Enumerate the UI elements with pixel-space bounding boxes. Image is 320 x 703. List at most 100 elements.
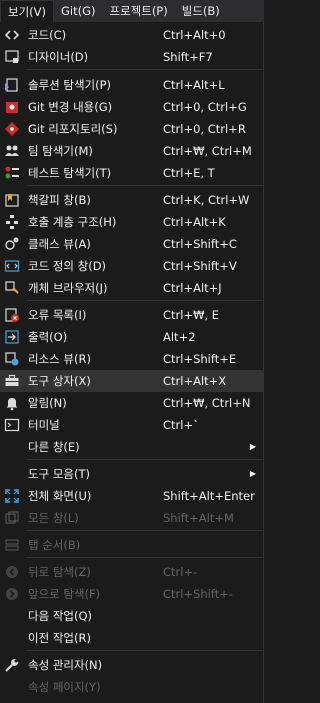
menu-item-label: 오류 목록(I) (28, 308, 87, 322)
git-changes-icon (0, 96, 24, 118)
tab-order-icon (0, 534, 24, 556)
view-menu-dropdown: 코드(C) Ctrl+Alt+0 디자이너(D) Shift+F7 솔루션 탐색… (0, 22, 264, 703)
menu-item-solution-explorer[interactable]: 솔루션 탐색기(P) Ctrl+Alt+L (0, 74, 263, 96)
menu-item-label: 디자이너(D) (28, 50, 89, 64)
menu-item-label: 코드 정의 창(D) (28, 259, 107, 273)
menu-item-call-hierarchy[interactable]: 호출 계층 구조(H) Ctrl+Alt+K (0, 211, 263, 233)
menu-item-shortcut: Ctrl+Alt+0 (163, 28, 226, 42)
git-repository-icon (0, 118, 24, 140)
menu-item-shortcut: Ctrl+- (163, 565, 198, 579)
menu-item-designer[interactable]: 디자이너(D) Shift+F7 (0, 46, 263, 68)
menu-item-bookmark-window[interactable]: 책갈피 창(B) Ctrl+K, Ctrl+W (0, 189, 263, 211)
menu-item-property-pages: 속성 페이지(Y) (0, 676, 263, 698)
class-view-icon (0, 233, 24, 255)
object-browser-icon (0, 277, 24, 299)
separator (27, 300, 263, 301)
menu-item-label: 다른 창(E) (28, 440, 80, 454)
team-explorer-icon (0, 140, 24, 162)
menu-item-label: 테스트 탐색기(T) (28, 166, 112, 180)
menu-item-toolbars[interactable]: 도구 모음(T) ▶ (0, 463, 263, 485)
menu-item-shortcut: Ctrl+Shift+V (163, 259, 237, 273)
menu-item-label: 도구 모음(T) (28, 467, 90, 481)
separator (27, 459, 263, 460)
toolbox-icon (0, 370, 24, 392)
designer-icon (0, 46, 24, 68)
menu-item-shortcut: Shift+F7 (163, 50, 213, 64)
menu-item-shortcut: Ctrl+₩, Ctrl+N (163, 396, 251, 410)
code-definition-icon (0, 255, 24, 277)
menu-item-shortcut: Ctrl+₩, E (163, 308, 220, 322)
menu-item-next-task[interactable]: 다음 작업(Q) (0, 605, 263, 627)
menu-project[interactable]: 프로젝트(P) (103, 0, 175, 22)
menu-item-navigate-back: 뒤로 탐색(Z) Ctrl+- (0, 561, 263, 583)
menu-item-team-explorer[interactable]: 팀 탐색기(M) Ctrl+₩, Ctrl+M (0, 140, 263, 162)
menu-item-label: 리소스 뷰(R) (28, 352, 91, 366)
menu-item-shortcut: Ctrl+Shift+C (163, 237, 237, 251)
menu-item-other-windows[interactable]: 다른 창(E) ▶ (0, 436, 263, 458)
resource-view-icon (0, 348, 24, 370)
menu-item-error-list[interactable]: 오류 목록(I) Ctrl+₩, E (0, 304, 263, 326)
menu-item-label: 앞으로 탐색(F) (28, 587, 101, 601)
submenu-arrow-icon: ▶ (249, 442, 256, 451)
menu-view[interactable]: 보기(V) (0, 0, 54, 22)
menu-item-label: 터미널 (28, 418, 60, 432)
menu-item-label: 속성 페이지(Y) (28, 680, 101, 694)
output-icon (0, 326, 24, 348)
menu-item-navigate-forward: 앞으로 탐색(F) Ctrl+Shift+- (0, 583, 263, 605)
menu-item-label: 모든 창(L) (28, 511, 79, 525)
menu-item-output[interactable]: 출력(O) Alt+2 (0, 326, 263, 348)
bell-icon (0, 392, 24, 414)
menu-item-label: 전체 화면(U) (28, 489, 92, 503)
code-icon (0, 24, 24, 46)
menu-item-label: 클래스 뷰(A) (28, 237, 91, 251)
solution-explorer-icon (0, 74, 24, 96)
menu-item-label: 솔루션 탐색기(P) (28, 78, 112, 92)
menu-item-notifications[interactable]: 알림(N) Ctrl+₩, Ctrl+N (0, 392, 263, 414)
menu-item-label: 다음 작업(Q) (28, 609, 92, 623)
menu-item-resource-view[interactable]: 리소스 뷰(R) Ctrl+Shift+E (0, 348, 263, 370)
menu-item-previous-task[interactable]: 이전 작업(R) (0, 627, 263, 649)
menu-item-shortcut: Ctrl+Shift+- (163, 587, 234, 601)
menu-item-shortcut: Ctrl+K, Ctrl+W (163, 193, 250, 207)
menu-item-shortcut: Ctrl+Alt+L (163, 78, 225, 92)
menu-git[interactable]: Git(G) (54, 0, 103, 22)
menu-item-label: Git 리포지토리(S) (28, 122, 118, 136)
test-explorer-icon (0, 162, 24, 184)
bookmark-icon (0, 189, 24, 211)
menu-item-object-browser[interactable]: 개체 브라우저(J) Ctrl+Alt+J (0, 277, 263, 299)
menu-item-full-screen[interactable]: 전체 화면(U) Shift+Alt+Enter (0, 485, 263, 507)
menu-item-shortcut: Alt+2 (163, 330, 196, 344)
menu-item-shortcut: Shift+Alt+Enter (163, 489, 255, 503)
separator (27, 530, 263, 531)
menu-item-shortcut: Ctrl+E, T (163, 166, 215, 180)
menu-item-test-explorer[interactable]: 테스트 탐색기(T) Ctrl+E, T (0, 162, 263, 184)
menu-item-shortcut: Ctrl+₩, Ctrl+M (163, 144, 252, 158)
call-hierarchy-icon (0, 211, 24, 233)
menu-item-all-windows: 모든 창(L) Shift+Alt+M (0, 507, 263, 529)
fullscreen-icon (0, 485, 24, 507)
menu-item-code[interactable]: 코드(C) Ctrl+Alt+0 (0, 24, 263, 46)
menu-item-property-manager[interactable]: 속성 관리자(N) (0, 654, 263, 676)
menu-item-label: 뒤로 탐색(Z) (28, 565, 91, 579)
menu-item-git-changes[interactable]: Git 변경 내용(G) Ctrl+0, Ctrl+G (0, 96, 263, 118)
menu-item-terminal[interactable]: 터미널 Ctrl+` (0, 414, 263, 436)
menu-item-label: Git 변경 내용(G) (28, 100, 113, 114)
menu-item-label: 책갈피 창(B) (28, 193, 91, 207)
menu-item-shortcut: Ctrl+Alt+K (163, 215, 226, 229)
menu-item-shortcut: Ctrl+0, Ctrl+G (163, 100, 247, 114)
menu-item-tab-order: 탭 순서(B) (0, 534, 263, 556)
menu-item-shortcut: Ctrl+Alt+J (163, 281, 222, 295)
menu-item-shortcut: Ctrl+` (163, 418, 199, 432)
menu-item-git-repository[interactable]: Git 리포지토리(S) Ctrl+0, Ctrl+R (0, 118, 263, 140)
menu-build[interactable]: 빌드(B) (175, 0, 227, 22)
menu-item-code-definition-window[interactable]: 코드 정의 창(D) Ctrl+Shift+V (0, 255, 263, 277)
menu-item-label: 호출 계층 구조(H) (28, 215, 117, 229)
menu-bar: 보기(V) Git(G) 프로젝트(P) 빌드(B) (0, 0, 264, 22)
menu-item-toolbox[interactable]: 도구 상자(X) Ctrl+Alt+X (0, 370, 263, 392)
menu-item-label: 알림(N) (28, 396, 67, 410)
menu-item-label: 팀 탐색기(M) (28, 144, 93, 158)
menu-item-shortcut: Shift+Alt+M (163, 511, 234, 525)
menu-item-class-view[interactable]: 클래스 뷰(A) Ctrl+Shift+C (0, 233, 263, 255)
menu-item-label: 도구 상자(X) (28, 374, 91, 388)
separator (27, 650, 263, 651)
